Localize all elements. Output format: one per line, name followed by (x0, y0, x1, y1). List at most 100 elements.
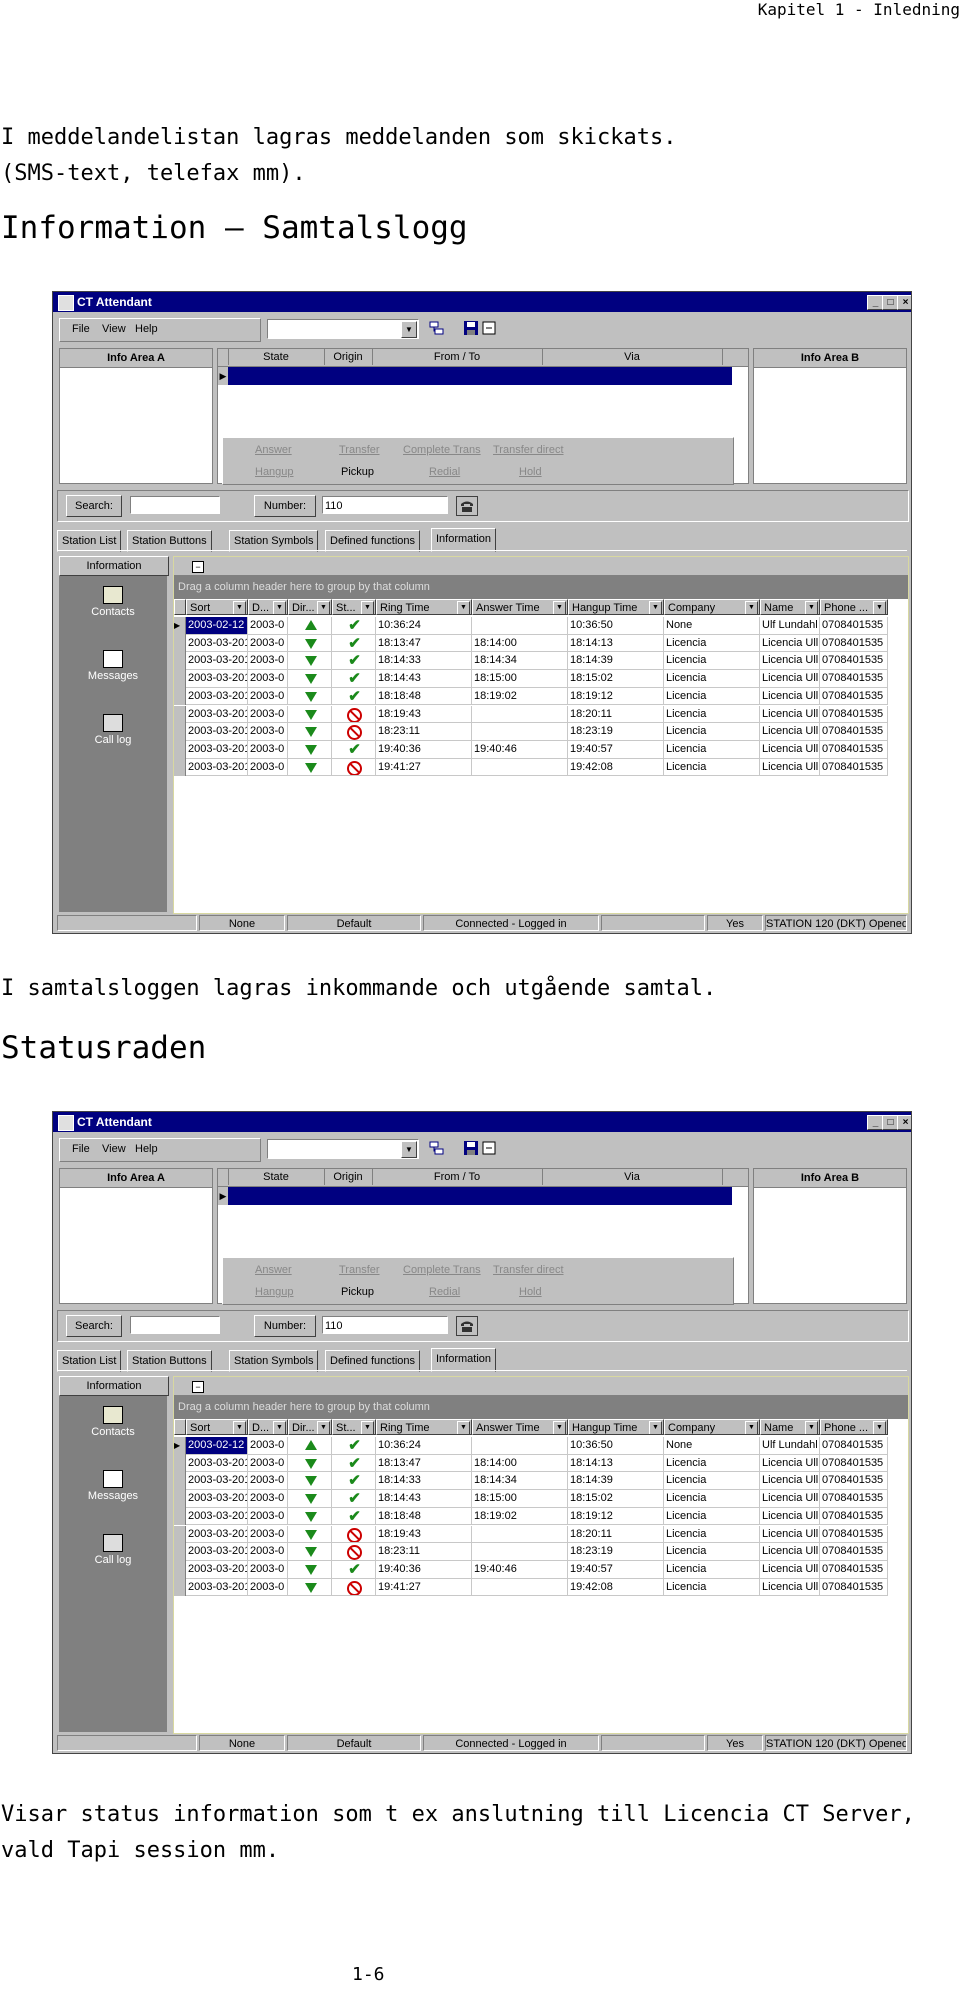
col-origin[interactable]: Origin (324, 1169, 373, 1185)
menu-help[interactable]: Help (135, 323, 158, 335)
complete-transfer-button[interactable]: Complete Trans (403, 1264, 481, 1276)
col-date[interactable]: D... ▼ (248, 1419, 288, 1435)
row-selector[interactable] (174, 1490, 186, 1508)
col-phone[interactable]: Phone ... ▼ (820, 599, 888, 615)
close-button[interactable]: × (897, 295, 911, 310)
tab-station-symbols[interactable]: Station Symbols (229, 530, 319, 552)
col-date[interactable]: D... ▼ (248, 599, 288, 615)
column-filter-icon[interactable]: ▼ (745, 1421, 758, 1434)
col-state[interactable]: State (228, 1169, 325, 1185)
pickup-button[interactable]: Pickup (341, 466, 374, 478)
active-call-row[interactable] (228, 1187, 732, 1205)
table-row[interactable]: 2003-03-201 2003-0 ✔ 18:14:33 18:14:34 18:14:… (174, 1472, 908, 1491)
col-answer-time[interactable]: Answer Time ▼ (472, 599, 568, 615)
window-titlebar[interactable]: CT Attendant _ □ × (53, 1112, 911, 1132)
pickup-button[interactable]: Pickup (341, 1286, 374, 1298)
complete-transfer-button[interactable]: Complete Trans (403, 444, 481, 456)
save-icon[interactable] (463, 1140, 479, 1156)
collapse-group-icon[interactable]: − (192, 1381, 204, 1393)
col-answer-time[interactable]: Answer Time ▼ (472, 1419, 568, 1435)
table-row[interactable]: 2003-03-201 2003-0 ✔ 19:40:36 19:40:46 19:40:… (174, 740, 908, 759)
column-filter-icon[interactable]: ▼ (805, 601, 818, 614)
row-selector[interactable] (174, 740, 186, 759)
table-row[interactable]: ▶ 2003-02-12 1 2003-0 ✔ 10:36:24 10:36:50 None… (174, 617, 908, 635)
col-phone[interactable]: Phone ... ▼ (820, 1419, 888, 1435)
hangup-button[interactable]: Hangup (255, 466, 294, 478)
table-row[interactable]: 2003-03-201 2003-0 19:41:27 19:42:08 Licenci… (174, 1578, 908, 1597)
column-filter-icon[interactable]: ▼ (233, 1421, 246, 1434)
row-selector[interactable] (174, 723, 186, 741)
menu-help[interactable]: Help (135, 1143, 158, 1155)
col-hangup-time[interactable]: Hangup Time ▼ (568, 599, 664, 615)
number-input[interactable]: 110 (322, 1316, 448, 1334)
menu-view[interactable]: View (102, 323, 126, 335)
col-origin[interactable]: Origin (324, 349, 373, 365)
menu-file[interactable]: File (72, 323, 90, 335)
hold-button[interactable]: Hold (519, 1286, 542, 1298)
table-row[interactable]: 2003-03-201 2003-0 ✔ 18:14:33 18:14:34 18:14:… (174, 652, 908, 671)
chevron-down-icon[interactable]: ▼ (401, 1141, 417, 1158)
tab-information[interactable]: Information (431, 528, 497, 552)
number-input[interactable]: 110 (322, 496, 448, 514)
transfer-button[interactable]: Transfer (339, 1264, 380, 1276)
col-ring-time[interactable]: Ring Time ▼ (376, 599, 472, 615)
col-via[interactable]: Via (542, 1169, 723, 1185)
network-icon[interactable] (429, 1140, 445, 1156)
table-row[interactable]: 2003-03-201 2003-0 ✔ 18:14:43 18:15:00 18:15:… (174, 1490, 908, 1508)
column-filter-icon[interactable]: ▼ (233, 601, 246, 614)
table-row[interactable]: 2003-03-201 2003-0 18:23:11 18:23:19 Licenci… (174, 723, 908, 741)
column-filter-icon[interactable]: ▼ (361, 601, 374, 614)
column-filter-icon[interactable]: ▼ (553, 1421, 566, 1434)
column-filter-icon[interactable]: ▼ (317, 1421, 330, 1434)
search-input[interactable] (130, 496, 220, 514)
column-filter-icon[interactable]: ▼ (361, 1421, 374, 1434)
row-selector[interactable]: ▶ (174, 617, 186, 635)
col-hangup-time[interactable]: Hangup Time ▼ (568, 1419, 664, 1435)
redial-button[interactable]: Redial (429, 1286, 460, 1298)
tab-station-buttons[interactable]: Station Buttons (127, 530, 212, 552)
search-input[interactable] (130, 1316, 220, 1334)
redial-button[interactable]: Redial (429, 466, 460, 478)
menu-view[interactable]: View (102, 1143, 126, 1155)
toolbar-combo[interactable]: ▼ (267, 1139, 419, 1159)
menu-file[interactable]: File (72, 1143, 90, 1155)
column-filter-icon[interactable]: ▼ (805, 1421, 818, 1434)
column-filter-icon[interactable]: ▼ (317, 601, 330, 614)
col-name[interactable]: Name ▼ (760, 1419, 820, 1435)
close-button[interactable]: × (897, 1115, 911, 1130)
row-selector[interactable] (174, 634, 186, 653)
col-state[interactable]: State (228, 349, 325, 365)
row-selector[interactable] (174, 1454, 186, 1473)
tab-station-list[interactable]: Station List (57, 530, 122, 552)
row-selector[interactable] (174, 652, 186, 671)
collapse-icon[interactable] (481, 320, 497, 336)
hold-button[interactable]: Hold (519, 466, 542, 478)
tab-information[interactable]: Information (431, 1348, 497, 1372)
dial-phone-icon[interactable] (456, 496, 478, 516)
table-row[interactable]: 2003-03-201 2003-0 19:41:27 19:42:08 Licenci… (174, 758, 908, 777)
col-via[interactable]: Via (542, 349, 723, 365)
row-selector[interactable] (174, 670, 186, 688)
answer-button[interactable]: Answer (255, 1264, 292, 1276)
col-name[interactable]: Name ▼ (760, 599, 820, 615)
chevron-down-icon[interactable]: ▼ (401, 321, 417, 338)
table-row[interactable]: 2003-03-201 2003-0 ✔ 18:13:47 18:14:00 18:14:… (174, 634, 908, 653)
column-filter-icon[interactable]: ▼ (273, 601, 286, 614)
row-selector[interactable] (174, 705, 186, 724)
col-sort[interactable]: Sort ▼ (186, 1419, 248, 1435)
column-filter-icon[interactable]: ▼ (873, 1421, 886, 1434)
row-selector[interactable] (174, 1507, 186, 1526)
toolbar-combo[interactable]: ▼ (267, 319, 419, 339)
col-direction[interactable]: Dir... ▼ (288, 599, 332, 615)
row-selector[interactable] (174, 1472, 186, 1491)
table-row[interactable]: 2003-03-201 2003-0 ✔ 18:13:47 18:14:00 18:14:… (174, 1454, 908, 1473)
column-filter-icon[interactable]: ▼ (553, 601, 566, 614)
row-selector[interactable] (174, 1578, 186, 1597)
row-selector[interactable] (174, 687, 186, 706)
transfer-direct-button[interactable]: Transfer direct (493, 1264, 564, 1276)
column-filter-icon[interactable]: ▼ (873, 601, 886, 614)
nav-call-log[interactable]: Call log (59, 1534, 167, 1566)
tab-defined-functions[interactable]: Defined functions (325, 530, 420, 552)
column-filter-icon[interactable]: ▼ (457, 1421, 470, 1434)
collapse-icon[interactable] (481, 1140, 497, 1156)
